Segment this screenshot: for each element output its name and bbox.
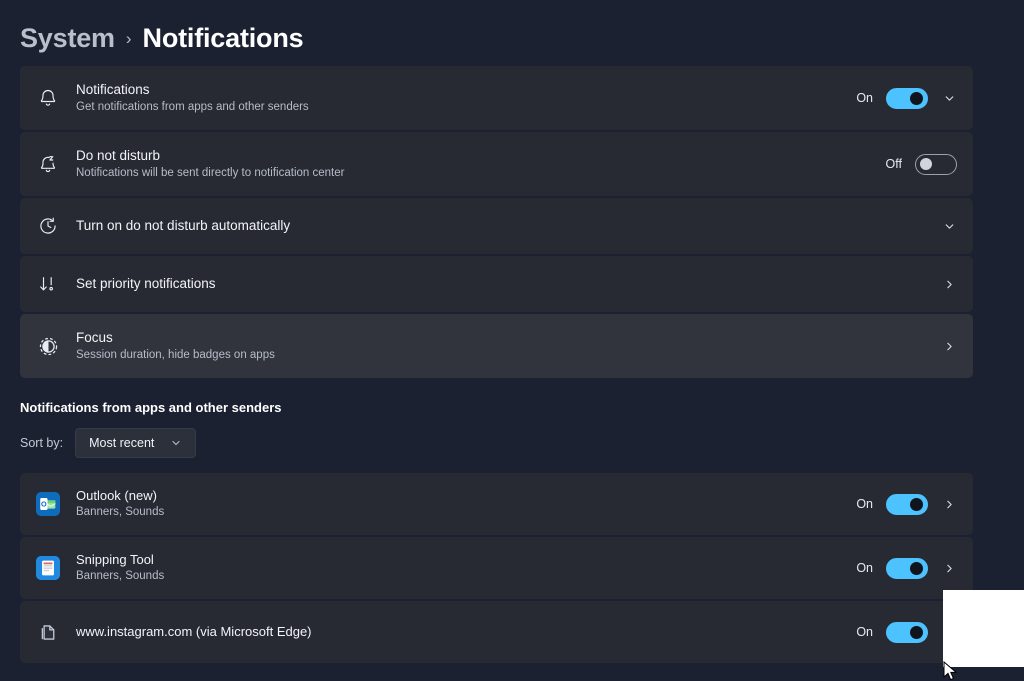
settings-row-title: Turn on do not disturb automatically — [76, 217, 291, 233]
toggle-knob — [910, 561, 923, 575]
app-notification-toggle[interactable] — [886, 621, 928, 643]
app-icon-wrap: O — [20, 492, 76, 516]
toggle-knob — [910, 625, 923, 639]
settings-row-title: Notifications — [76, 81, 150, 97]
settings-row-do-not-disturb[interactable]: Do not disturb Notifications will be sen… — [20, 132, 973, 196]
app-row-controls: On — [853, 557, 957, 579]
breadcrumb: System › Notifications — [0, 0, 1024, 60]
toggle-knob — [910, 91, 923, 105]
app-row-controls: On — [853, 493, 957, 515]
toggle-knob — [920, 158, 932, 170]
app-notification-list: O Outlook (new) Banners, Sounds On Snipp… — [0, 458, 1024, 663]
toggle-knob — [910, 497, 923, 511]
app-row-instagram-web[interactable]: www.instagram.com (via Microsoft Edge) O… — [20, 601, 973, 663]
focus-icon — [20, 336, 76, 357]
apps-section-heading: Notifications from apps and other sender… — [20, 400, 282, 415]
app-name: Outlook (new) — [76, 487, 157, 503]
settings-row-text: Set priority notifications — [76, 276, 941, 292]
toggle-state-label: On — [856, 91, 873, 105]
sort-row: Sort by: Most recent — [0, 415, 1024, 458]
sort-by-value: Most recent — [89, 436, 155, 450]
settings-row-controls: Off — [882, 153, 957, 175]
toggle-state-label: On — [856, 497, 873, 511]
settings-row-controls — [941, 338, 957, 354]
settings-row-text: Turn on do not disturb automatically — [76, 218, 941, 234]
clock-icon — [20, 216, 76, 236]
bell-sleep-icon — [20, 154, 76, 174]
chevron-right-icon[interactable] — [941, 338, 957, 354]
chevron-right-icon: › — [125, 29, 132, 48]
chevron-right-icon[interactable] — [941, 496, 957, 512]
chevron-down-icon[interactable] — [941, 218, 957, 234]
settings-row-title: Focus — [76, 329, 113, 345]
settings-row-auto-do-not-disturb[interactable]: Turn on do not disturb automatically — [20, 198, 973, 254]
settings-row-focus[interactable]: Focus Session duration, hide badges on a… — [20, 314, 973, 378]
toggle-state-label: Off — [885, 157, 902, 171]
settings-row-subtitle: Session duration, hide badges on apps — [76, 348, 275, 361]
settings-row-text: Focus Session duration, hide badges on a… — [76, 330, 941, 363]
settings-row-text: Do not disturb Notifications will be sen… — [76, 148, 882, 181]
app-icon-wrap — [20, 556, 76, 580]
svg-text:O: O — [41, 499, 47, 508]
chevron-right-icon[interactable] — [941, 560, 957, 576]
settings-row-priority-notifications[interactable]: Set priority notifications — [20, 256, 973, 312]
snipping-tool-app-icon — [36, 556, 60, 580]
priority-sort-icon — [20, 274, 76, 294]
app-detail: Banners, Sounds — [76, 506, 165, 519]
settings-row-controls: On — [853, 87, 957, 109]
app-row-text: Snipping Tool Banners, Sounds — [76, 552, 853, 584]
app-row-snipping-tool[interactable]: Snipping Tool Banners, Sounds On — [20, 537, 973, 599]
scrollbar-gutter[interactable] — [974, 0, 1024, 681]
settings-row-subtitle: Get notifications from apps and other se… — [76, 100, 309, 113]
web-page-icon — [36, 620, 60, 644]
sort-by-label: Sort by: — [20, 436, 64, 450]
app-row-text: www.instagram.com (via Microsoft Edge) — [76, 624, 853, 640]
app-row-outlook[interactable]: O Outlook (new) Banners, Sounds On — [20, 473, 973, 535]
settings-row-title: Do not disturb — [76, 147, 161, 163]
app-name: Snipping Tool — [76, 551, 154, 567]
breadcrumb-parent-system[interactable]: System — [20, 23, 115, 54]
chevron-down-icon[interactable] — [941, 90, 957, 106]
app-notification-toggle[interactable] — [886, 557, 928, 579]
app-name: www.instagram.com (via Microsoft Edge) — [76, 624, 312, 640]
sort-by-dropdown[interactable]: Most recent — [75, 428, 197, 458]
app-row-controls: On — [853, 621, 957, 643]
app-icon-wrap — [20, 620, 76, 644]
chevron-right-icon[interactable] — [941, 276, 957, 292]
chevron-down-icon — [168, 435, 184, 451]
settings-row-notifications[interactable]: Notifications Get notifications from app… — [20, 66, 973, 130]
toggle-state-label: On — [856, 625, 873, 639]
notifications-toggle[interactable] — [886, 87, 928, 109]
settings-row-controls — [941, 218, 957, 234]
page-title: Notifications — [142, 22, 304, 53]
settings-card-list: Notifications Get notifications from app… — [0, 60, 974, 378]
app-detail: Banners, Sounds — [76, 570, 165, 583]
toggle-state-label: On — [856, 561, 873, 575]
settings-row-controls — [941, 276, 957, 292]
white-overlay-rectangle — [943, 590, 1024, 667]
app-row-text: Outlook (new) Banners, Sounds — [76, 488, 853, 520]
outlook-app-icon: O — [36, 492, 60, 516]
do-not-disturb-toggle[interactable] — [915, 153, 957, 175]
settings-row-title: Set priority notifications — [76, 275, 216, 291]
bell-icon — [20, 88, 76, 108]
app-notification-toggle[interactable] — [886, 493, 928, 515]
settings-row-subtitle: Notifications will be sent directly to n… — [76, 166, 345, 179]
settings-row-text: Notifications Get notifications from app… — [76, 82, 853, 115]
